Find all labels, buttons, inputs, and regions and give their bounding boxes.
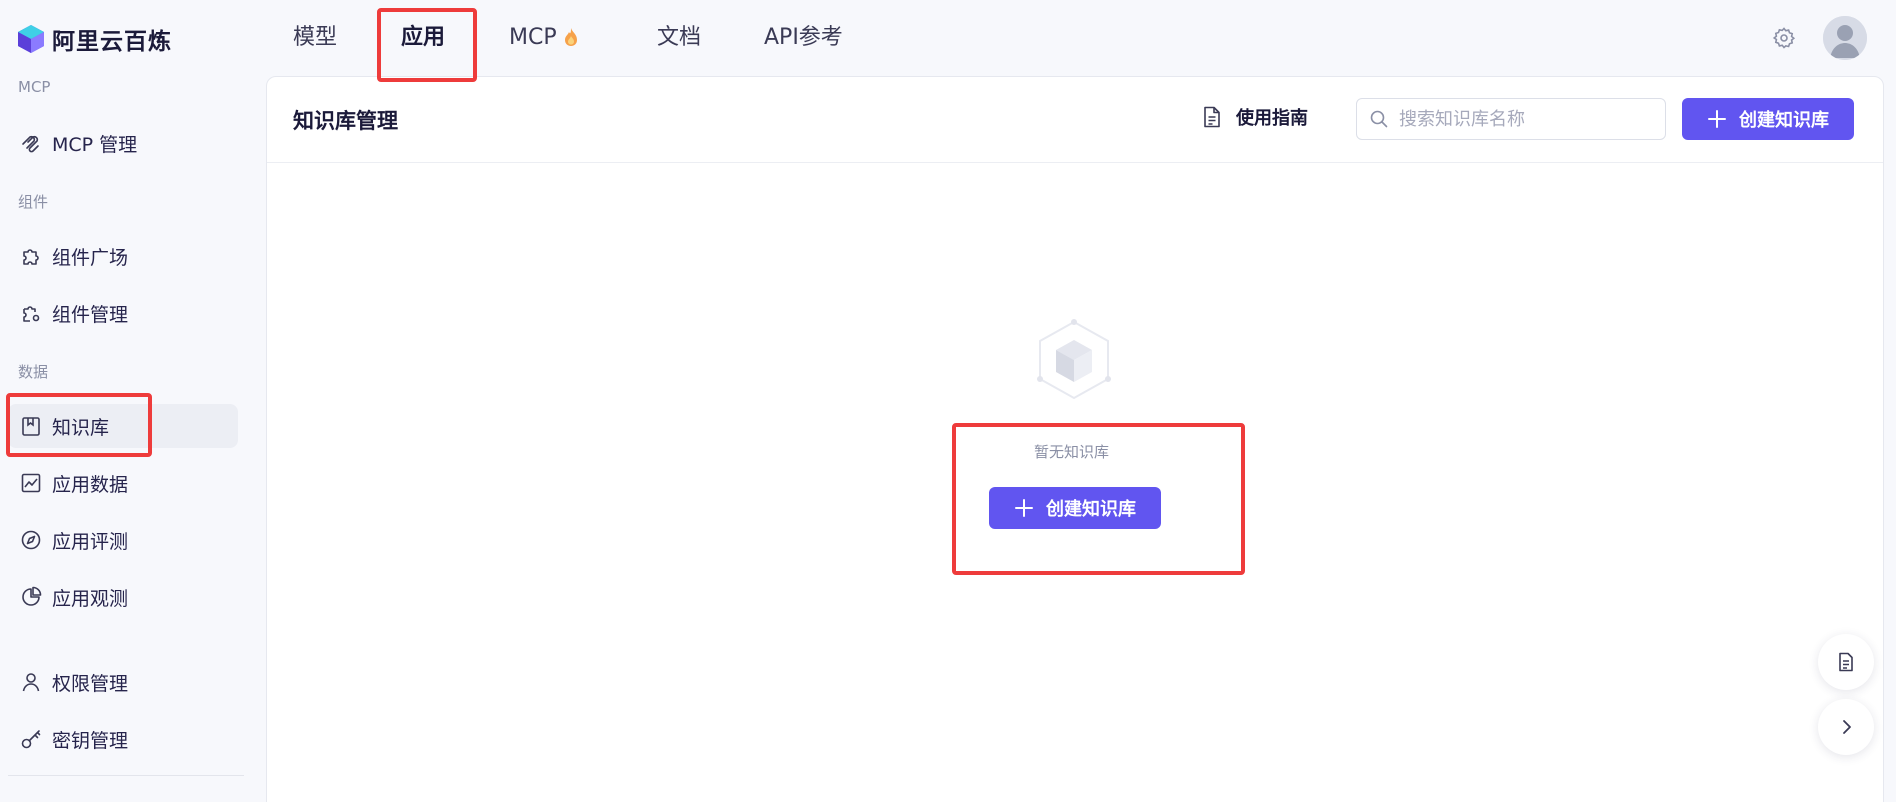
tab-model[interactable]: 模型: [293, 22, 337, 54]
puzzle-icon: [23, 249, 39, 265]
user-avatar[interactable]: [1823, 16, 1867, 60]
sidebar-item-label: 应用观测: [52, 587, 129, 610]
sidebar-item-label: 组件广场: [52, 246, 129, 269]
bailian-logo-icon: [18, 25, 44, 53]
tab-mcp-label: MCP: [509, 25, 557, 50]
sidebar-item-component-square[interactable]: 组件广场: [18, 234, 240, 278]
panel-header-divider: [267, 162, 1883, 163]
fire-icon: [564, 28, 577, 46]
sidebar-item-app-observation[interactable]: 应用观测: [18, 575, 240, 619]
sidebar-item-permissions[interactable]: 权限管理: [18, 660, 240, 704]
highlight-box-empty-state: [952, 423, 1245, 575]
sidebar-divider: [8, 775, 244, 776]
search-icon: [1370, 110, 1388, 128]
create-button-label: 创建知识库: [1739, 110, 1829, 130]
sidebar-item-app-data[interactable]: 应用数据: [18, 461, 240, 505]
key-icon: [21, 730, 41, 749]
user-icon: [22, 673, 40, 692]
chevron-right-icon: [1843, 720, 1851, 734]
floating-expand-button[interactable]: [1818, 699, 1874, 755]
sidebar-item-label: 组件管理: [52, 303, 129, 326]
usage-guide-link[interactable]: 使用指南: [1200, 104, 1308, 130]
document-icon: [1204, 106, 1220, 128]
tab-api-reference[interactable]: API参考: [764, 22, 843, 54]
usage-guide-label: 使用指南: [1236, 108, 1308, 129]
search-input[interactable]: [1399, 108, 1649, 130]
sidebar-item-label: MCP 管理: [52, 133, 138, 156]
sidebar-item-label: 应用数据: [52, 473, 129, 496]
floating-doc-button[interactable]: [1818, 634, 1874, 690]
sidebar-item-label: 权限管理: [52, 672, 129, 695]
sidebar-item-mcp-manage[interactable]: MCP 管理: [18, 121, 240, 165]
chart-line-icon: [21, 473, 41, 493]
empty-box-icon: [1037, 319, 1111, 400]
highlight-box-tab: [377, 8, 477, 82]
pie-chart-icon: [22, 586, 42, 606]
document-icon: [1839, 652, 1853, 672]
tab-docs[interactable]: 文档: [657, 22, 701, 54]
sidebar-group-components: 组件: [18, 193, 49, 211]
brand-name: 阿里云百炼: [52, 29, 172, 55]
sidebar-item-label: 应用评测: [52, 530, 129, 553]
sidebar-item-app-evaluation[interactable]: 应用评测: [18, 518, 240, 562]
brand-logo[interactable]: 阿里云百炼: [16, 22, 172, 56]
avatar-silhouette-icon: [1823, 16, 1867, 60]
sidebar-group-mcp: MCP: [18, 78, 51, 96]
plus-icon: [1708, 110, 1726, 128]
puzzle-gear-icon: [23, 306, 40, 322]
create-knowledge-base-button[interactable]: 创建知识库: [1682, 98, 1854, 140]
tab-mcp[interactable]: MCP: [509, 22, 579, 54]
gear-icon[interactable]: [1772, 26, 1796, 50]
highlight-box-sidebar: [6, 393, 152, 457]
compass-icon: [21, 530, 41, 550]
sidebar-item-label: 密钥管理: [52, 729, 129, 752]
sidebar-item-keys[interactable]: 密钥管理: [18, 717, 240, 761]
page-title: 知识库管理: [293, 109, 398, 133]
mcp-manage-icon: [22, 135, 39, 153]
sidebar-group-data: 数据: [18, 363, 49, 381]
sidebar-item-component-manage[interactable]: 组件管理: [18, 291, 240, 335]
search-box[interactable]: [1356, 98, 1666, 140]
